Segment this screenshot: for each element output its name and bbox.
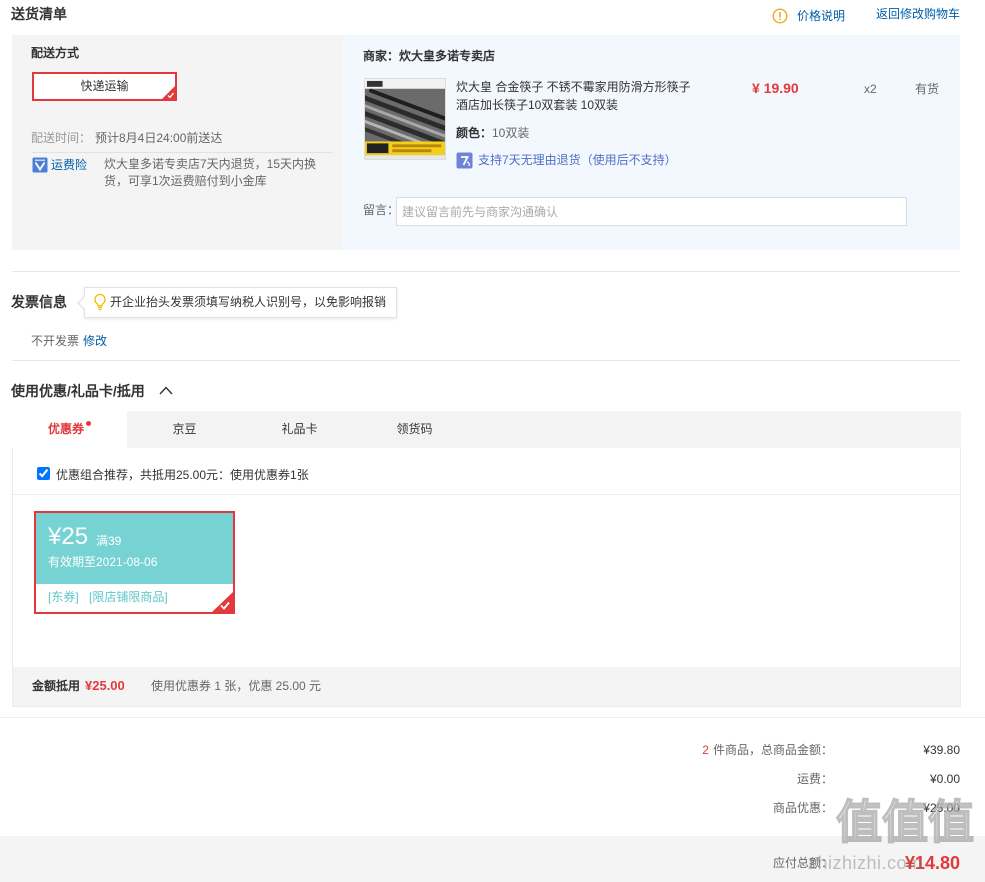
shipping-amount: ¥0.00 xyxy=(929,772,960,786)
delivery-time-label: 配送时间： xyxy=(31,131,92,145)
shop-name: 商家：炊大皇多诺专卖店 xyxy=(363,49,496,63)
tab-label: 礼品卡 xyxy=(281,422,318,436)
total-items-label: 2 件商品，总商品金额： xyxy=(702,741,833,759)
lightbulb-icon xyxy=(94,293,106,311)
coupon-tag: [东券] xyxy=(48,590,79,604)
coupon-condition: 满39 xyxy=(96,534,122,548)
divider xyxy=(13,494,960,495)
product-price: ¥ 19.90 xyxy=(752,80,799,96)
product-quantity: x2 xyxy=(864,82,877,96)
coupon-expiry: 有效期至2021-08-06 xyxy=(48,555,158,569)
discount-tabs: 优惠券 京豆 礼品卡 领货码 xyxy=(12,411,961,448)
freight-insurance-desc: 炊大皇多诺专卖店7天内退货，15天内换货，可享1次运费赔付到小金库 xyxy=(104,157,317,188)
invoice-status: 不开发票 xyxy=(31,334,80,348)
payable-label: 应付总额： xyxy=(772,856,833,870)
tab-gift-card[interactable]: 礼品卡 xyxy=(242,411,357,448)
stock-status: 有货 xyxy=(915,82,940,96)
item-count-label: 件商品，总商品金额： xyxy=(712,743,833,757)
price-info-link[interactable]: 价格说明 xyxy=(797,7,845,25)
info-circle-icon[interactable] xyxy=(772,8,788,24)
discount-section-title[interactable]: 使用优惠/礼品卡/抵用 xyxy=(11,381,145,401)
coupon-tag: [限店铺限商品] xyxy=(89,590,168,604)
delivery-method-option[interactable]: 快递运输 xyxy=(32,72,177,101)
discount-summary-label: 金额抵用 xyxy=(32,679,81,693)
invoice-tip-tooltip: 开企业抬头发票须填写纳税人识别号，以免影响报销 xyxy=(77,287,397,318)
delivery-time-value: 预计8月4日24:00前送达 xyxy=(95,131,223,145)
discount-summary-amount: ¥25.00 xyxy=(85,678,125,693)
check-corner-icon xyxy=(162,86,175,99)
combo-recommend-checkbox[interactable] xyxy=(37,467,50,480)
coupon-card[interactable]: ¥25 满39 有效期至2021-08-06 [东券] [限店铺限商品] xyxy=(34,511,235,614)
seven-day-return-icon xyxy=(456,152,473,169)
tab-pickup-code[interactable]: 领货码 xyxy=(357,411,472,448)
coupon-amount: ¥25 xyxy=(48,523,89,550)
tab-label: 领货码 xyxy=(396,422,433,436)
coupon-face: ¥25 满39 有效期至2021-08-06 xyxy=(36,513,233,584)
tab-coupon[interactable]: 优惠券 xyxy=(12,411,127,448)
product-title[interactable]: 炊大皇 合金筷子 不锈不霉家用防滑方形筷子酒店加长筷子10双套装 10双装 xyxy=(456,78,698,114)
divider xyxy=(0,717,985,718)
delivery-method-text: 快递运输 xyxy=(80,79,129,93)
product-discount-amount: ¥25.00 xyxy=(923,801,960,815)
tab-jingdou[interactable]: 京豆 xyxy=(127,411,242,448)
product-discount-label: 商品优惠： xyxy=(772,801,833,815)
total-items-amount: ¥39.80 xyxy=(923,743,960,757)
item-count: 2 xyxy=(702,743,709,757)
invoice-edit-link[interactable]: 修改 xyxy=(83,332,107,350)
color-label: 颜色： xyxy=(456,126,493,140)
return-policy: 支持7天无理由退货（使用后不支持） xyxy=(478,153,677,167)
combo-recommend-text: 优惠组合推荐，共抵用25.00元：使用优惠券1张 xyxy=(56,468,309,482)
color-value: 10双装 xyxy=(492,126,530,140)
delivery-method-label: 配送方式 xyxy=(31,46,80,60)
shield-icon xyxy=(32,157,48,173)
payable-bar xyxy=(0,836,985,882)
invoice-title: 发票信息 xyxy=(11,294,67,310)
chevron-up-icon[interactable] xyxy=(158,384,174,396)
tab-label: 优惠券 xyxy=(47,422,84,436)
discount-summary-desc: 使用优惠券 1 张，优惠 25.00 元 xyxy=(151,679,322,693)
new-dot-badge xyxy=(86,421,91,426)
note-label: 留言： xyxy=(363,203,400,217)
page-title: 送货清单 xyxy=(11,6,67,22)
divider xyxy=(31,152,333,153)
divider xyxy=(12,271,960,272)
product-image[interactable] xyxy=(364,78,446,160)
note-input[interactable] xyxy=(396,197,907,226)
freight-insurance-link[interactable]: 运费险 xyxy=(51,156,87,174)
shipping-label: 运费： xyxy=(796,772,833,786)
divider xyxy=(12,360,960,361)
check-corner-icon xyxy=(212,592,233,612)
invoice-tip-text: 开企业抬头发票须填写纳税人识别号，以免影响报销 xyxy=(110,295,387,309)
back-to-cart-link[interactable]: 返回修改购物车 xyxy=(876,5,960,23)
payable-amount: ¥14.80 xyxy=(904,853,960,873)
tab-label: 京豆 xyxy=(172,422,197,436)
